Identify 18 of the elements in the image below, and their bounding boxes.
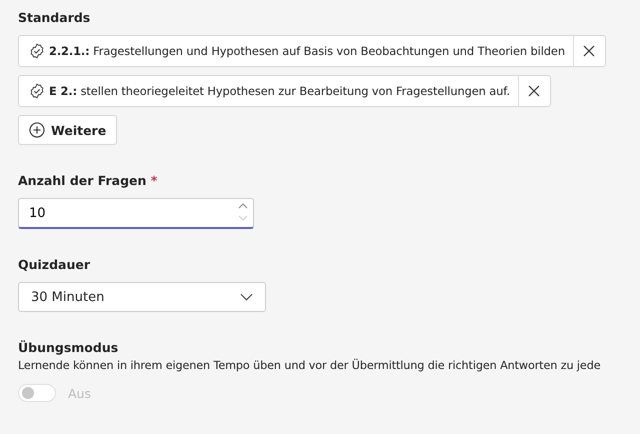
number-field[interactable]: 10 — [18, 198, 254, 229]
field-label: Anzahl der Fragen — [18, 173, 146, 188]
badge-check-icon — [29, 83, 45, 99]
close-icon — [583, 45, 596, 57]
required-mark: * — [150, 173, 158, 188]
description-text: Lernende können in ihrem eigenen Tempo üben und vor der Übermittlung die richtigen Antworten zu jede — [18, 359, 602, 372]
badge-check-icon — [29, 43, 45, 59]
standard-text: E 2.: stellen theoriegeleitet Hypothesen zur Bearbeitung von Fragestellungen auf. — [49, 84, 511, 98]
duration-dropdown[interactable]: 30 Minuten — [18, 282, 266, 312]
field-label: Übungsmodus — [18, 340, 120, 355]
plus-circle-icon — [29, 122, 45, 138]
toggle-label: Aus — [68, 386, 91, 400]
section-label: Standards — [18, 10, 92, 25]
chevron-down-icon — [240, 293, 253, 301]
field-label: Quizdauer — [18, 257, 92, 272]
close-icon — [528, 85, 540, 97]
add-button[interactable]: Weitere — [18, 115, 118, 145]
standard-text: 2.2.1.: Fragestellungen und Hypothesen auf Basis von Beobachtungen und Theorien bilden — [49, 44, 566, 58]
